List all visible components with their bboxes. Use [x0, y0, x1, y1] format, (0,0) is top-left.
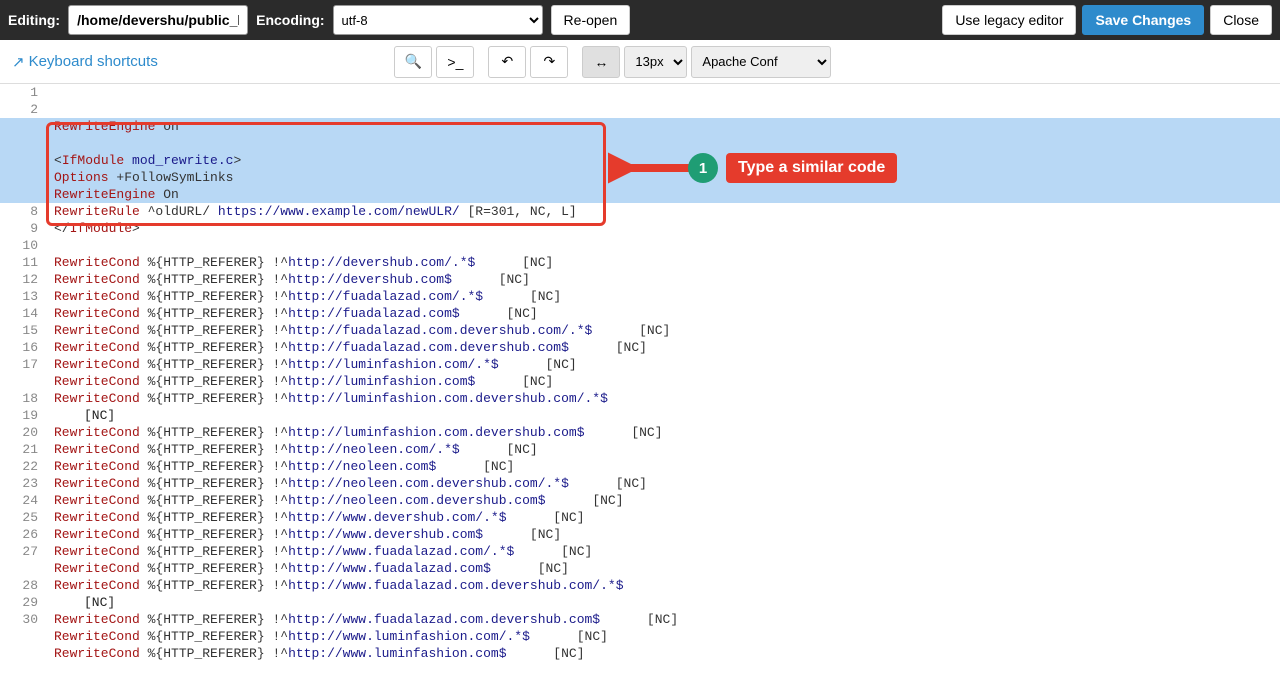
- font-size-select[interactable]: 13px: [624, 46, 687, 78]
- external-link-icon: ↗: [12, 53, 25, 71]
- reopen-button[interactable]: Re-open: [551, 5, 631, 35]
- terminal-icon: >_: [447, 54, 463, 70]
- encoding-select[interactable]: utf-8: [333, 5, 543, 35]
- undo-button[interactable]: ↶: [488, 46, 526, 78]
- close-button[interactable]: Close: [1210, 5, 1272, 35]
- search-button[interactable]: 🔍: [394, 46, 432, 78]
- keyboard-shortcuts-link[interactable]: ↗ Keyboard shortcuts: [12, 53, 158, 71]
- undo-icon: ↶: [502, 53, 514, 70]
- wrap-button[interactable]: ↔: [582, 46, 620, 78]
- redo-button[interactable]: ↷: [530, 46, 568, 78]
- line-gutter: 1234567891011121314151617 18192021222324…: [0, 84, 48, 696]
- encoding-label: Encoding:: [256, 12, 324, 28]
- editing-label: Editing:: [8, 12, 60, 28]
- legacy-editor-button[interactable]: Use legacy editor: [942, 5, 1076, 35]
- secondary-toolbar: ↗ Keyboard shortcuts 🔍 >_ ↶ ↷ ↔ 13px Apa…: [0, 40, 1280, 84]
- code-content[interactable]: RewriteEngine on<IfModule mod_rewrite.c>…: [48, 118, 1280, 662]
- redo-icon: ↷: [544, 53, 556, 70]
- top-toolbar: Editing: Encoding: utf-8 Re-open Use leg…: [0, 0, 1280, 40]
- keyboard-shortcuts-label: Keyboard shortcuts: [29, 53, 158, 70]
- terminal-button[interactable]: >_: [436, 46, 474, 78]
- code-editor[interactable]: 1234567891011121314151617 18192021222324…: [0, 84, 1280, 696]
- file-path-input[interactable]: [68, 5, 248, 35]
- wrap-icon: ↔: [594, 54, 608, 70]
- save-button[interactable]: Save Changes: [1082, 5, 1204, 35]
- search-icon: 🔍: [405, 53, 422, 70]
- syntax-select[interactable]: Apache Conf: [691, 46, 831, 78]
